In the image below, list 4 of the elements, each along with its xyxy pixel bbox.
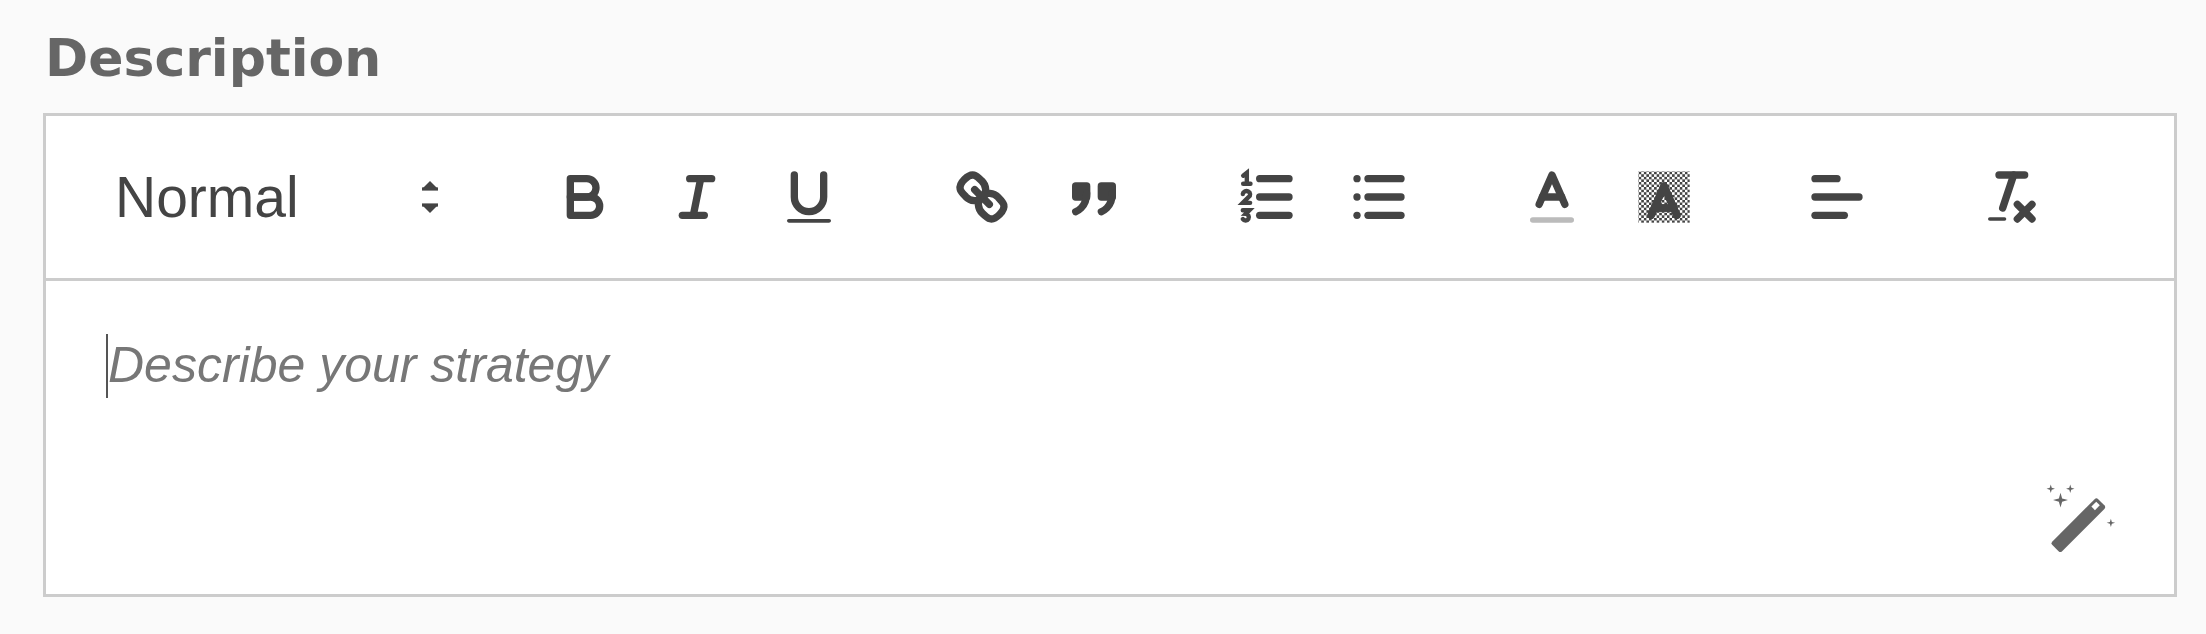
heading-select[interactable]: Normal [115, 157, 465, 237]
text-cursor [106, 334, 108, 398]
field-label: Description [45, 27, 382, 90]
rich-text-editor[interactable]: Normal Describe your strategy [43, 113, 2177, 597]
